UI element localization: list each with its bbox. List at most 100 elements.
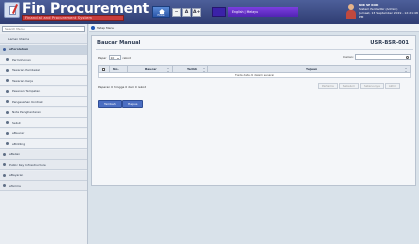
search-label: Carian: [343,55,354,59]
breadcrumb-label[interactable]: Tetap Menu [97,24,114,32]
page-size-select[interactable]: 10 [108,55,121,60]
sidebar-item[interactable]: Public Key Infrastructure [0,160,87,170]
home-button[interactable]: Home [152,6,170,18]
page-size-prefix: Papar [98,55,107,60]
column-header-label: No. [113,67,119,71]
user-datetime-suffix: PM [359,15,364,19]
app-subtitle: Financial and Procurement System [22,15,124,21]
app-logo-icon [4,2,20,18]
bullet-icon [3,152,6,156]
language-label: English | Melayu [232,10,259,14]
delete-button[interactable]: Hapus [122,100,144,108]
bullet-icon [6,68,9,72]
bullet-icon [3,184,6,187]
sidebar-item[interactable]: Nota Penghantaran [0,107,87,118]
bullet-icon [6,79,9,82]
pagination: Pertama Sebelum Seterusnya Akhir [317,83,401,89]
main-content: Tetap Menu Baucar Manual USR-BSR-001 Pap… [89,24,419,244]
select-all-cell [99,66,109,72]
bullet-icon [6,131,9,135]
bullet-icon [6,58,9,61]
sidebar-item[interactable]: eBidding [0,139,87,149]
page-title: Baucar Manual [97,40,141,46]
sidebar-item-label: Permohonan [12,57,31,62]
sidebar-item-label: Nota Penghantaran [12,110,42,114]
sidebar-item-label: Tawaran Kerja [12,78,33,83]
menu-search-input[interactable] [3,27,84,31]
sidebar-item-label: Public Key Infrastructure [9,162,46,167]
column-header-no[interactable]: No. [109,66,127,72]
pager-first[interactable]: Pertama [318,83,338,89]
app-header: Fin Procurement Financial and Procuremen… [0,0,419,24]
sidebar-item-label: eBaucar [12,131,25,135]
sidebar-item-label: eBayaran [9,173,24,177]
sort-icon [203,67,205,72]
table-search-input[interactable] [356,55,410,59]
sidebar-item-label: eTerima [9,183,21,188]
table-empty-row: Tiada data di dalam senarai [98,73,411,78]
search-icon [406,55,409,59]
page-size-suffix: rekod [122,55,131,60]
sidebar-item[interactable]: Sebut [0,118,87,128]
table-info: Paparan 0 hingga 0 dari 0 rekod [98,85,147,89]
column-header-purpose[interactable]: Tujuan [207,66,410,72]
font-size-button[interactable]: A [182,8,191,17]
bullet-icon [6,89,9,93]
sidebar-item-label: Tawaran Pembekal [12,68,40,72]
decrease-font-button[interactable]: − [172,8,181,17]
home-label: Home [157,14,165,17]
sidebar-item-label: Laman Utama [8,36,30,41]
sidebar-item-label: ePerolehan [9,47,29,51]
bullet-icon [3,173,6,177]
sidebar-item[interactable]: Tawaran Pembekal [0,65,87,76]
add-button[interactable]: Tambah [98,100,122,108]
column-header-date[interactable]: Tarikh [172,66,207,72]
increase-font-button[interactable]: A+ [192,8,201,17]
sidebar-item-label: Sebut [12,120,21,125]
pager-previous[interactable]: Sebelum [338,83,359,89]
column-header-label: Baucar [145,67,157,71]
expand-icon [3,47,6,51]
table-search-box[interactable] [355,54,411,60]
voucher-table: No. Baucar Tarikh Tujuan Tiada data di d… [98,65,411,78]
sidebar-item[interactable]: eBaucar [0,128,87,139]
sidebar-item[interactable]: Permohonan [0,55,87,65]
sidebar-item[interactable]: ePerolehan [0,44,87,55]
sidebar-item[interactable]: Pesanan Tempatan [0,86,87,97]
column-header-voucher[interactable]: Baucar [127,66,172,72]
sidebar-item-label: eBelian [9,152,21,156]
bullet-icon [3,163,6,166]
column-header-label: Tarikh [187,67,198,71]
sidebar-item[interactable]: eBayaran [0,170,87,181]
user-datetime: Jumaat, 13 September 2019 - 12:21:48 [359,11,418,15]
menu-search-box[interactable] [2,26,85,32]
pin-menu-icon[interactable] [91,26,95,30]
sidebar-item[interactable]: eTerima [0,181,87,191]
sidebar-item-label: Pesanan Tempatan [12,89,41,93]
sidebar-item[interactable]: Pengesahan Kontrak [0,97,87,107]
bullet-icon [6,100,9,103]
select-all-checkbox[interactable] [102,68,105,71]
bullet-icon [6,142,9,145]
sort-icon [167,67,169,72]
column-header-label: Tujuan [306,67,318,71]
sort-icon [405,67,407,72]
bullet-icon [6,121,9,124]
language-switcher[interactable]: English | Melayu [228,7,298,17]
theme-color-swatch[interactable] [212,7,226,17]
pager-last[interactable]: Akhir [384,83,401,89]
sidebar-item-label: eBidding [12,141,26,146]
sidebar-item-label: Pengesahan Kontrak [12,99,43,104]
sidebar-item[interactable]: Laman Utama [0,34,87,44]
user-avatar-icon[interactable] [346,4,356,19]
page-code: USR-BSR-001 [370,40,409,46]
sidebar: Laman Utama ePerolehan Permohonan Tawaran P… [0,24,88,244]
divider [96,49,413,50]
sidebar-item[interactable]: Tawaran Kerja [0,76,87,86]
pager-next[interactable]: Seterusnya [360,83,384,89]
sidebar-item[interactable]: eBelian [0,149,87,160]
breadcrumb: Tetap Menu [89,24,419,32]
bullet-icon [6,110,9,114]
voucher-panel: Baucar Manual USR-BSR-001 Papar 10 rekod… [91,35,416,186]
user-info: NIK SE KOK Sistem Pentadbir (Admin) Juma… [359,3,419,19]
